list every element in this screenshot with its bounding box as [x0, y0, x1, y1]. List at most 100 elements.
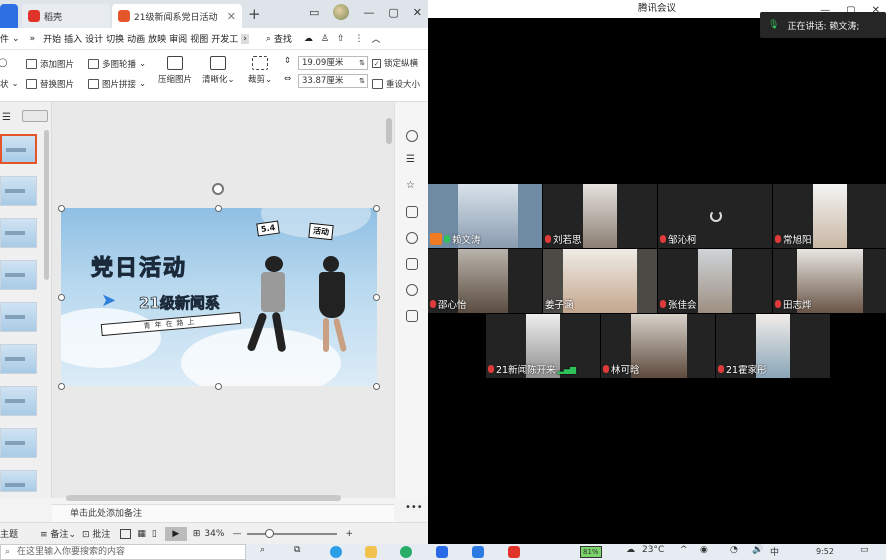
menu-developer[interactable]: 开发工 — [211, 32, 238, 45]
sliders-icon[interactable]: ☰ — [406, 154, 418, 166]
menu-animation[interactable]: 动画 — [127, 32, 145, 45]
wps-office-icon[interactable] — [508, 546, 520, 558]
lock-ratio-checkbox[interactable]: ✓ 锁定纵横 — [372, 57, 418, 69]
slide-thumbnail-6[interactable] — [0, 344, 37, 374]
ime-indicator[interactable]: 中 — [770, 545, 779, 558]
participant-tile[interactable]: 21新闻陈开来 ▂▄▆ — [486, 314, 600, 378]
tencent-meeting-icon[interactable] — [472, 546, 484, 558]
menu-expand[interactable]: » — [30, 34, 36, 44]
menu-design[interactable]: 设计 — [85, 32, 103, 45]
comments-toggle[interactable]: ⊡ 批注 — [82, 527, 110, 540]
width-input[interactable]: 33.87厘米 ⇅ — [298, 74, 368, 88]
resize-handle[interactable] — [215, 383, 222, 390]
star-icon[interactable]: ☆ — [406, 180, 418, 192]
slide-thumbnail-2[interactable] — [0, 176, 37, 206]
resize-handle[interactable] — [58, 383, 65, 390]
participant-tile[interactable]: 姜子涵 — [543, 249, 657, 313]
slide-view-icon[interactable] — [22, 110, 48, 122]
wifi-icon[interactable]: ◔ — [730, 545, 738, 555]
weather-temperature[interactable]: 23°C — [642, 545, 664, 555]
resize-handle[interactable] — [373, 205, 380, 212]
normal-view-icon[interactable] — [120, 528, 132, 539]
multi-carousel-button[interactable]: 多图轮播 ⌄ — [88, 58, 146, 70]
reading-view-icon[interactable]: ▯ — [152, 529, 157, 539]
replace-image-button[interactable]: 替换图片 — [26, 78, 74, 90]
help-icon[interactable] — [406, 232, 418, 244]
resize-handle[interactable] — [373, 294, 380, 301]
share-icon[interactable]: ⇧ — [337, 34, 345, 44]
height-input[interactable]: 19.09厘米 ⇅ — [298, 56, 368, 70]
clarity-button[interactable]: 清晰化⌄ — [202, 56, 235, 85]
slide-thumbnail-4[interactable] — [0, 260, 37, 290]
participant-tile[interactable]: 邵心怡 — [428, 249, 542, 313]
slide-thumbnail-5[interactable] — [0, 302, 37, 332]
canvas-horizontal-scrollbar[interactable] — [66, 495, 341, 501]
shape-dropdown[interactable]: 状 ⌄ — [0, 78, 19, 90]
participant-tile[interactable]: 张佳会 — [658, 249, 772, 313]
sorter-view-icon[interactable]: ▦ — [137, 529, 146, 539]
theme-button[interactable]: 主题 — [0, 527, 18, 540]
search-taskbar-icon[interactable]: ⌕ — [260, 545, 265, 555]
menu-view[interactable]: 视图 — [190, 32, 208, 45]
close-button[interactable]: ✕ — [413, 6, 422, 19]
current-slide[interactable]: 党日活动 21级新闻系 ➤ 青年在路上 5.4 活动 — [61, 208, 377, 386]
more-dots-icon[interactable]: ••• — [405, 502, 423, 513]
edge-browser-icon[interactable] — [330, 546, 342, 558]
notes-toggle[interactable]: ≡ 备注⌄ — [40, 527, 76, 540]
fit-icon[interactable]: ⊞ — [193, 529, 201, 539]
thumbnail-scrollbar[interactable] — [44, 130, 49, 280]
tab-presentation[interactable]: 21级新闻系党日活动 ✕ — [112, 4, 242, 28]
battery-indicator[interactable]: 81% — [580, 546, 602, 558]
resize-handle[interactable] — [373, 383, 380, 390]
menu-file[interactable]: 件 — [0, 32, 9, 45]
zoom-slider[interactable] — [247, 528, 338, 538]
layout-icon[interactable]: ▭ — [309, 6, 319, 19]
slide-thumbnail-1[interactable] — [0, 134, 37, 164]
menu-review[interactable]: 审阅 — [169, 32, 187, 45]
resize-handle[interactable] — [58, 294, 65, 301]
clock[interactable]: 9:52 — [816, 547, 834, 556]
feishu-icon[interactable] — [436, 546, 448, 558]
new-tab-button[interactable]: + — [248, 5, 261, 23]
slide-thumbnail-8[interactable] — [0, 428, 37, 458]
user-avatar[interactable] — [333, 4, 350, 20]
participant-tile[interactable]: 林可晗 — [601, 314, 715, 378]
location-icon[interactable] — [406, 284, 418, 296]
participant-tile[interactable]: 常旭阳 — [773, 184, 886, 248]
wechat-icon[interactable] — [400, 546, 412, 558]
notification-icon[interactable]: ▭ — [860, 545, 869, 555]
collapse-ribbon-icon[interactable]: ︿ — [372, 32, 381, 45]
share-user-icon[interactable]: ♙ — [321, 34, 329, 44]
slide-thumbnail-9[interactable] — [0, 470, 37, 492]
layers-icon[interactable] — [406, 206, 418, 218]
zoom-level[interactable]: 34% — [204, 529, 224, 539]
menu-more-button[interactable]: › — [241, 33, 249, 44]
zoom-slider-thumb[interactable] — [265, 528, 275, 538]
cloud-icon[interactable]: ☁ — [304, 34, 313, 44]
play-button[interactable]: ▶ — [164, 526, 187, 541]
menu-home[interactable]: 开始 — [43, 32, 61, 45]
zoom-in-button[interactable]: + — [345, 529, 353, 539]
volume-icon[interactable]: 🔊 — [752, 545, 763, 555]
search-button[interactable]: 查找 — [274, 32, 292, 45]
reset-size-button[interactable]: 重设大小 — [372, 78, 420, 90]
menu-insert[interactable]: 插入 — [64, 32, 82, 45]
rocket-icon[interactable] — [406, 130, 418, 142]
participant-tile[interactable]: 邹沁柯 — [658, 184, 772, 248]
image-tool-icon[interactable] — [406, 258, 418, 270]
zoom-out-button[interactable]: — — [232, 529, 241, 539]
task-view-icon[interactable]: ⧉ — [294, 545, 300, 555]
more-options-icon[interactable]: ⋮ — [355, 34, 364, 44]
canvas-scrollbar[interactable] — [386, 118, 392, 144]
outline-view-icon[interactable]: ☰ — [2, 112, 11, 123]
resize-handle[interactable] — [215, 205, 222, 212]
menu-slideshow[interactable]: 放映 — [148, 32, 166, 45]
tab-docer[interactable]: 稻壳 — [22, 4, 110, 28]
tray-expand-icon[interactable]: ^ — [680, 545, 688, 555]
cube-icon[interactable] — [406, 310, 418, 322]
slide-thumbnail-3[interactable] — [0, 218, 37, 248]
network-icon[interactable]: ◉ — [700, 545, 708, 555]
image-collage-button[interactable]: 图片拼接 ⌄ — [88, 78, 146, 90]
maximize-button[interactable]: ▢ — [388, 6, 398, 19]
menu-transition[interactable]: 切换 — [106, 32, 124, 45]
